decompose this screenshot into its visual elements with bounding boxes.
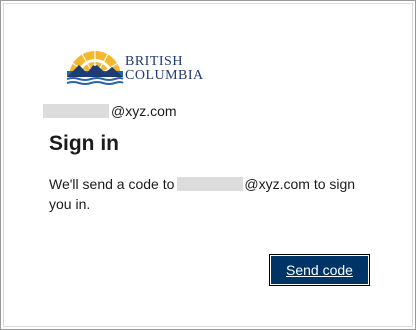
bc-sun-mountain-icon bbox=[66, 51, 124, 85]
redacted-email-user bbox=[177, 177, 244, 191]
redacted-email-user bbox=[43, 104, 109, 118]
message-domain: @xyz.com bbox=[244, 176, 310, 192]
account-domain: @xyz.com bbox=[111, 103, 177, 119]
page-title: Sign in bbox=[49, 132, 119, 155]
logo-text-line1: BRITISH bbox=[125, 54, 183, 69]
british-columbia-logo: BRITISH COLUMBIA bbox=[65, 51, 203, 89]
logo-text-line2: COLUMBIA bbox=[125, 68, 204, 83]
send-code-button[interactable]: Send code bbox=[269, 254, 370, 286]
message-before: We'll send a code to bbox=[49, 176, 175, 192]
sign-in-dialog: BRITISH COLUMBIA @xyz.com Sign in We'll … bbox=[0, 0, 416, 330]
account-identifier: @xyz.com bbox=[43, 102, 177, 120]
code-message: We'll send a code to @xyz.com to sign you… bbox=[49, 174, 379, 214]
